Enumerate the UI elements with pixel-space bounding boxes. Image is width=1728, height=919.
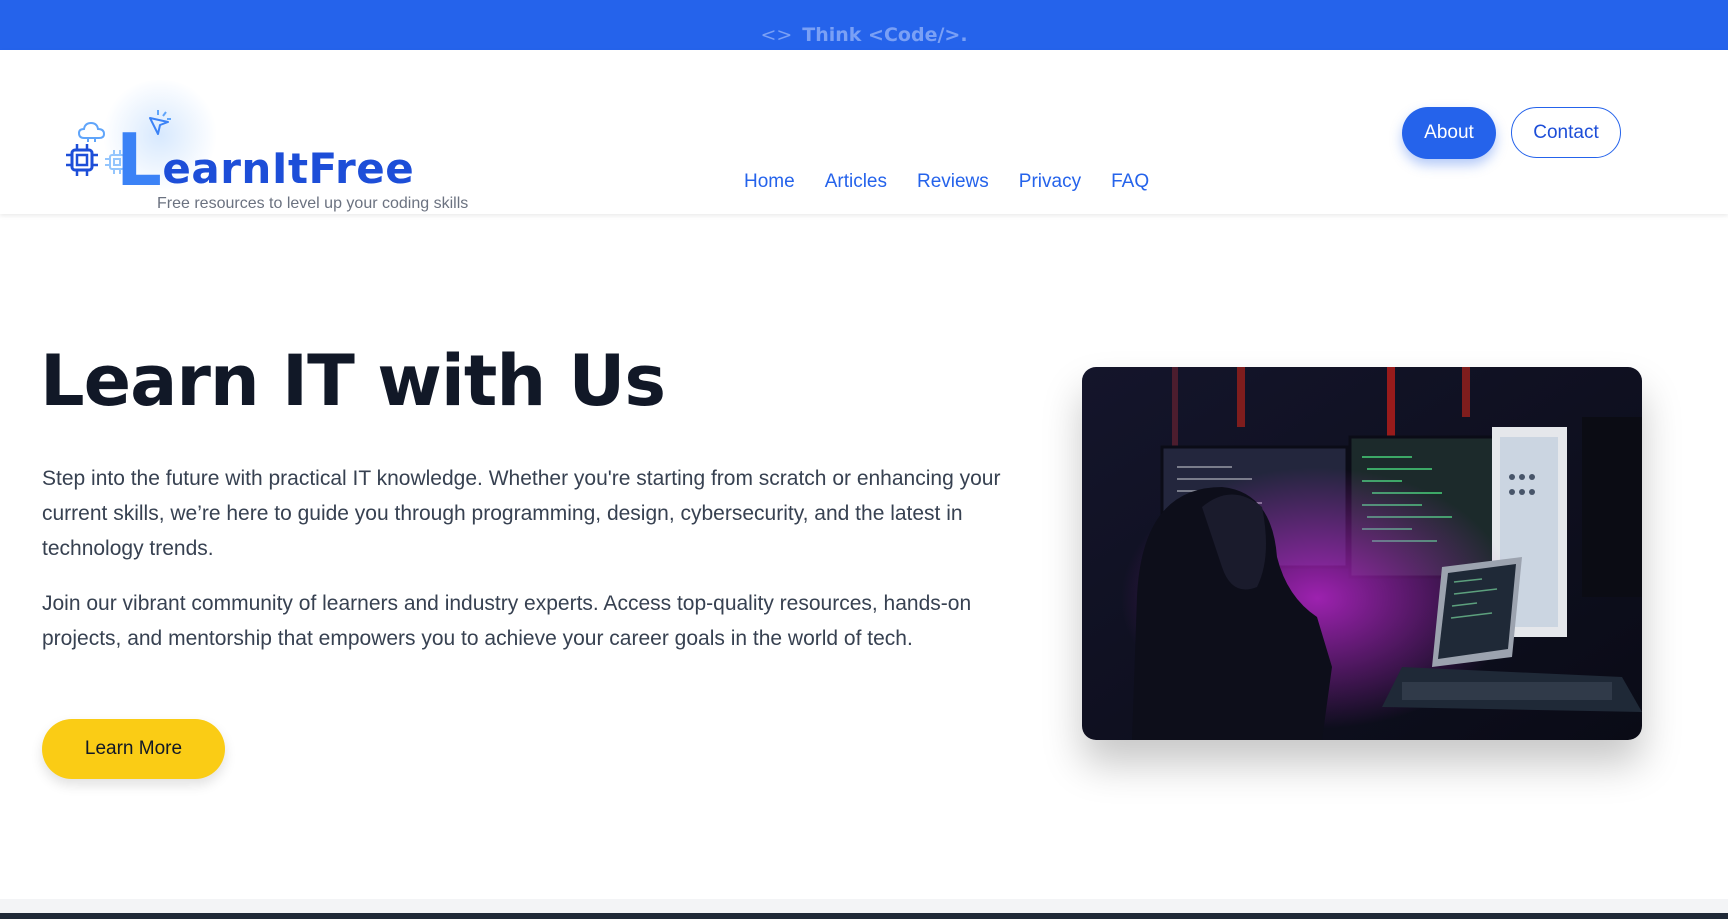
code-icon: <> xyxy=(760,24,793,46)
section-divider xyxy=(0,899,1728,914)
footer-edge xyxy=(0,913,1728,919)
nav-reviews[interactable]: Reviews xyxy=(917,171,989,193)
announcement-bar: <> Think <Code/>. xyxy=(0,0,1728,50)
learn-more-button[interactable]: Learn More xyxy=(42,719,225,779)
chip-icon xyxy=(66,144,98,176)
nav-faq[interactable]: FAQ xyxy=(1111,171,1149,193)
contact-button[interactable]: Contact xyxy=(1511,107,1621,158)
brand-logo[interactable]: LearnItFree Free resources to level up y… xyxy=(60,80,520,212)
hero-title: Learn IT with Us xyxy=(40,340,666,422)
announcement-text: Think <Code/>. xyxy=(802,24,968,46)
brand-tagline: Free resources to level up your coding s… xyxy=(157,195,469,212)
about-button[interactable]: About xyxy=(1402,107,1496,159)
announcement-text-group: <> Think <Code/>. xyxy=(0,24,1728,46)
cloud-icon xyxy=(78,121,106,142)
hero-image-illustration xyxy=(1082,367,1642,740)
main-nav: Home Articles Reviews Privacy FAQ xyxy=(744,171,1149,193)
brand-name-rest: earnItFree xyxy=(162,144,415,193)
hero-image xyxy=(1082,367,1642,740)
hero-paragraph-2: Join our vibrant community of learners a… xyxy=(42,592,972,650)
nav-privacy[interactable]: Privacy xyxy=(1019,171,1081,193)
brand-name: LearnItFree xyxy=(116,116,415,202)
nav-articles[interactable]: Articles xyxy=(825,171,887,193)
brand-initial: L xyxy=(116,118,163,202)
hero-paragraph-1: Step into the future with practical IT k… xyxy=(42,467,1001,560)
nav-home[interactable]: Home xyxy=(744,171,795,193)
